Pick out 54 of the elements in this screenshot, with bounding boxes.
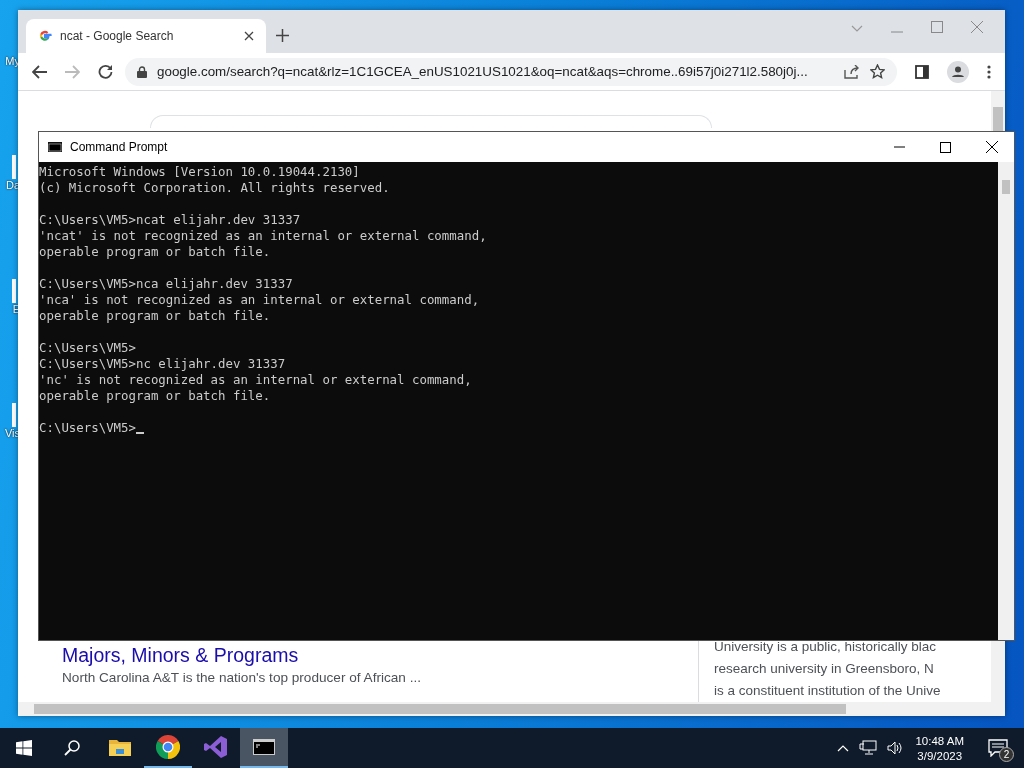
clock-time[interactable]: 10:48 AM: [915, 734, 964, 747]
console-line: operable program or batch file.: [39, 308, 271, 324]
maximize-icon[interactable]: [940, 141, 951, 153]
side-panel-icon[interactable]: [915, 64, 929, 79]
panel-text: is a constituent institution of the Unive: [714, 682, 942, 700]
terminal-icon: [253, 739, 275, 755]
terminal-icon: [48, 142, 62, 152]
desktop-icon-label[interactable]: My: [5, 55, 20, 67]
url-text: google.com/search?q=ncat&rlz=1C1GCEA_enUS1021US1021&oq=ncat&aqs=chrome..69i57j0i271l2.580j0j...: [157, 64, 809, 79]
console-line: C:\Users\VM5>: [39, 420, 136, 436]
close-icon[interactable]: [244, 31, 254, 41]
console-line: C:\Users\VM5>: [39, 340, 136, 356]
console-line: Microsoft Windows [Version 10.0.19044.2130]: [39, 164, 360, 180]
google-g-icon: [38, 29, 52, 43]
chrome-icon: [156, 735, 180, 759]
menu-icon[interactable]: [987, 64, 991, 79]
console-line: operable program or batch file.: [39, 244, 271, 260]
lock-icon: [137, 65, 147, 78]
star-icon[interactable]: [870, 64, 885, 79]
reload-icon[interactable]: [98, 64, 113, 79]
console-line: (c) Microsoft Corporation. All rights reserved.: [39, 180, 390, 196]
taskbar-button[interactable]: [240, 728, 288, 768]
desktop-icon-label[interactable]: E: [12, 303, 20, 315]
horizontal-scrollbar[interactable]: [18, 702, 991, 716]
console-line: C:\Users\VM5>nca elijahr.dev 31337: [39, 276, 293, 292]
profile-avatar-icon[interactable]: [947, 60, 969, 83]
console-line: operable program or batch file.: [39, 388, 271, 404]
network-icon[interactable]: [859, 740, 878, 756]
folder-icon: [109, 738, 131, 756]
speaker-icon[interactable]: [887, 741, 904, 755]
console-line: 'ncat' is not recognized as an internal or external command,: [39, 228, 487, 244]
result-link[interactable]: Majors, Minors & Programs: [62, 644, 698, 667]
address-bar[interactable]: google.com/search?q=ncat&rlz=1C1GCEA_enUS1021US1021&oq=ncat&aqs=chrome..69i57j0i271l2.580j0j...: [125, 57, 897, 86]
windows-logo-icon[interactable]: [16, 740, 32, 756]
share-icon[interactable]: [844, 64, 860, 79]
notification-icon[interactable]: [988, 739, 1008, 757]
notification-count: 2: [999, 747, 1014, 762]
window-title: Command Prompt: [70, 140, 168, 154]
new-tab-icon[interactable]: [276, 29, 289, 42]
clock-date[interactable]: 3/9/2023: [917, 749, 963, 762]
console-line: C:\Users\VM5>ncat elijahr.dev 31337: [39, 212, 301, 228]
search-icon[interactable]: [64, 740, 80, 756]
close-icon[interactable]: [986, 141, 998, 153]
result-snippet: North Carolina A&T is the nation's top producer of African ...: [62, 670, 422, 685]
console-line: C:\Users\VM5>nc elijahr.dev 31337: [39, 356, 286, 372]
chevron-up-icon[interactable]: [837, 744, 850, 752]
console-line: 'nca' is not recognized as an internal or external command,: [39, 292, 480, 308]
back-arrow-icon[interactable]: [32, 64, 47, 79]
panel-text: University is a public, historically blac: [714, 638, 938, 656]
vertical-scrollbar[interactable]: [998, 162, 1014, 640]
console-line: 'nc' is not recognized as an internal or external command,: [39, 372, 472, 388]
browser-tab[interactable]: ncat - Google Search: [26, 19, 266, 53]
panel-text: research university in Greensboro, N: [714, 660, 935, 678]
studio-icon: [204, 735, 228, 759]
